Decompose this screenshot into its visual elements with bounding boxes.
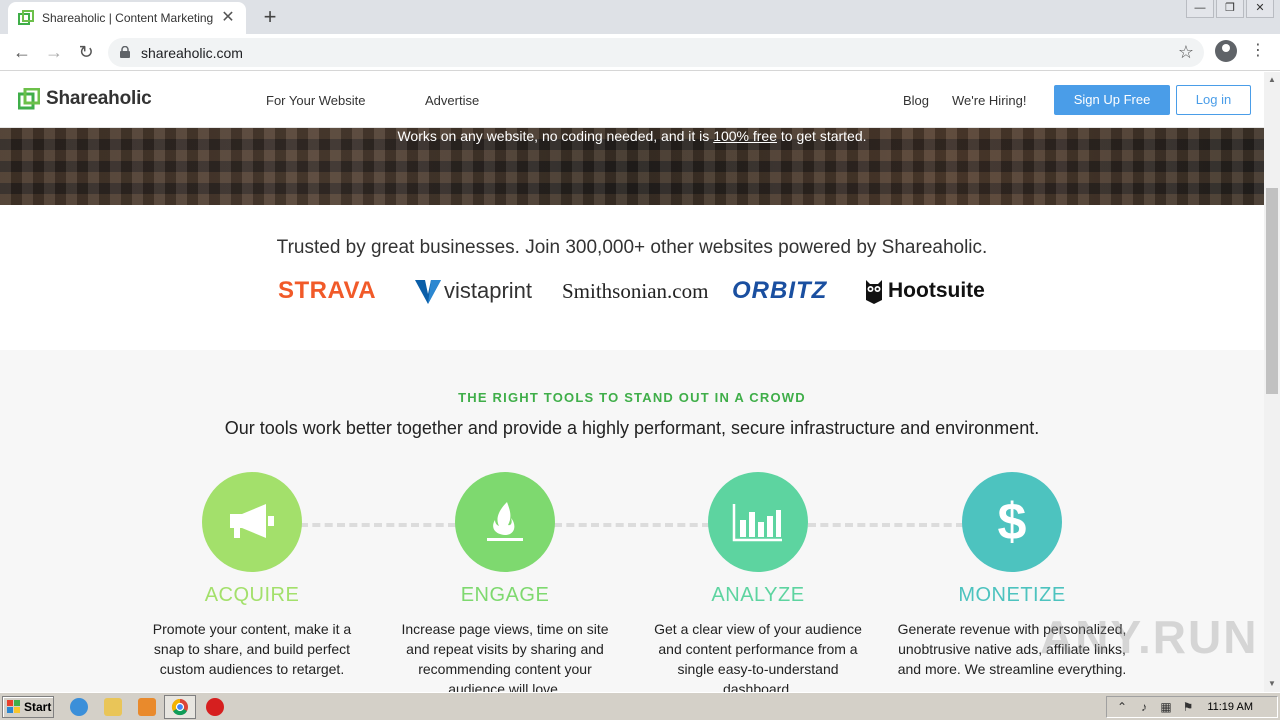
shareaholic-favicon-icon	[18, 10, 34, 25]
vistaprint-v-icon	[415, 280, 441, 304]
site-header: Shareaholic For Your Website Advertise B…	[0, 72, 1264, 128]
windows-taskbar: Start ⌃ ♪ ▦ ⚑ 11:19 AM	[0, 692, 1280, 720]
bookmark-star-icon[interactable]: ☆	[1178, 42, 1194, 63]
nav-advertise[interactable]: Advertise	[425, 93, 479, 108]
owl-icon	[866, 280, 882, 304]
chrome-icon	[171, 698, 188, 716]
chrome-taskbar-button[interactable]	[164, 695, 196, 719]
tray-expand-icon[interactable]: ⌃	[1115, 700, 1129, 714]
vertical-scrollbar[interactable]: ▲ ▼	[1264, 72, 1280, 692]
window-controls: — ❐ ✕	[1184, 0, 1274, 18]
hootsuite-text: Hootsuite	[888, 279, 985, 302]
hero-text-end: to get started.	[777, 128, 867, 144]
scroll-thumb[interactable]	[1266, 188, 1278, 394]
back-arrow-icon[interactable]: ←	[10, 40, 34, 64]
new-tab-button[interactable]: +	[259, 6, 281, 29]
address-bar[interactable]: shareaholic.com ☆	[108, 38, 1204, 67]
internet-explorer-icon[interactable]	[70, 698, 88, 716]
nav-hiring[interactable]: We're Hiring!	[952, 93, 1026, 108]
vistaprint-text: vistaprint	[444, 278, 533, 303]
minimize-button[interactable]: —	[1186, 0, 1214, 18]
network-icon[interactable]: ▦	[1159, 700, 1173, 714]
start-label: Start	[24, 700, 52, 714]
url-text: shareaholic.com	[141, 45, 243, 61]
browser-toolbar: ← → ↻ shareaholic.com ☆	[0, 34, 1280, 71]
hero-mosaic: Works on any website, no coding needed, …	[0, 128, 1264, 205]
lock-icon	[120, 46, 130, 58]
feature-description: Promote your content, make it a snap to …	[152, 621, 352, 677]
free-link[interactable]: 100% free	[713, 128, 777, 144]
volume-icon[interactable]: ♪	[1137, 700, 1151, 714]
feature-circle	[455, 472, 555, 572]
trusted-text: Trusted by great businesses. Join 300,00…	[276, 237, 988, 258]
tools-kicker: THE RIGHT TOOLS TO STAND OUT IN A CROWD	[458, 390, 806, 405]
feature-title: MONETIZE	[958, 584, 1066, 606]
windows-flag-icon	[7, 700, 20, 713]
hero-text: Works on any website, no coding needed, …	[0, 128, 1264, 144]
feature-title: ENGAGE	[460, 584, 550, 606]
site-logo[interactable]: Shareaholic	[18, 88, 152, 110]
forward-arrow-icon[interactable]: →	[42, 40, 66, 64]
bar-chart-icon	[732, 504, 782, 542]
browser-tab[interactable]: Shareaholic | Content Marketing Plat ✕	[8, 2, 246, 34]
reload-icon[interactable]: ↻	[74, 40, 98, 64]
orbitz-logo: ORBITZ	[732, 277, 828, 304]
file-explorer-icon[interactable]	[104, 698, 122, 716]
strava-logo: STRAVA	[278, 277, 377, 304]
hootsuite-logo: Hootsuite	[864, 275, 985, 307]
flag-icon[interactable]: ⚑	[1181, 700, 1195, 714]
trusted-section: Trusted by great businesses. Join 300,00…	[0, 205, 1264, 350]
restore-button[interactable]: ❐	[1216, 0, 1244, 18]
account-icon[interactable]	[1215, 40, 1237, 62]
feature-description: Increase page views, time on site and re…	[401, 621, 609, 692]
hero-text-start: Works on any website, no coding needed, …	[397, 128, 714, 144]
tools-heading: Our tools work better together and provi…	[224, 418, 1040, 438]
stop-sign-icon[interactable]	[206, 698, 224, 716]
scroll-down-arrow-icon[interactable]: ▼	[1264, 676, 1280, 692]
feature-description: Get a clear view of your audience and co…	[654, 621, 862, 692]
flame-icon	[487, 502, 523, 541]
sign-up-button[interactable]: Sign Up Free	[1054, 85, 1170, 115]
feature-engage: ENGAGE Increase page views, time on site…	[385, 472, 625, 692]
feature-circle	[202, 472, 302, 572]
smithsonian-logo: Smithsonian.com	[562, 278, 709, 303]
nav-for-your-website[interactable]: For Your Website	[266, 93, 365, 108]
feature-circle: $	[962, 472, 1062, 572]
browser-menu-icon[interactable]: ⋮	[1250, 42, 1266, 60]
dollar-icon: $	[997, 493, 1027, 551]
feature-title: ACQUIRE	[204, 584, 300, 606]
scroll-up-arrow-icon[interactable]: ▲	[1264, 72, 1280, 88]
page-viewport: Shareaholic For Your Website Advertise B…	[0, 72, 1264, 692]
start-button[interactable]: Start	[2, 696, 54, 718]
tab-close-icon[interactable]: ✕	[220, 10, 236, 26]
close-window-button[interactable]: ✕	[1246, 0, 1274, 18]
feature-title: ANALYZE	[711, 584, 805, 606]
feature-acquire: ACQUIRE Promote your content, make it a …	[132, 472, 372, 679]
feature-circle	[708, 472, 808, 572]
vistaprint-logo: vistaprint	[415, 275, 532, 307]
log-in-button[interactable]: Log in	[1176, 85, 1251, 115]
logo-text: Shareaholic	[46, 88, 152, 109]
system-tray: ⌃ ♪ ▦ ⚑ 11:19 AM	[1106, 696, 1278, 718]
feature-analyze: ANALYZE Get a clear view of your audienc…	[638, 472, 878, 692]
nav-blog[interactable]: Blog	[903, 93, 929, 108]
clock: 11:19 AM	[1207, 701, 1253, 713]
tab-title: Shareaholic | Content Marketing Plat	[42, 11, 214, 25]
media-player-icon[interactable]	[138, 698, 156, 716]
browser-tabstrip: Shareaholic | Content Marketing Plat ✕ +…	[0, 0, 1280, 34]
anyrun-watermark: ANY.RUN	[1040, 611, 1259, 663]
megaphone-icon	[230, 504, 274, 538]
shareaholic-logo-icon	[18, 88, 40, 110]
